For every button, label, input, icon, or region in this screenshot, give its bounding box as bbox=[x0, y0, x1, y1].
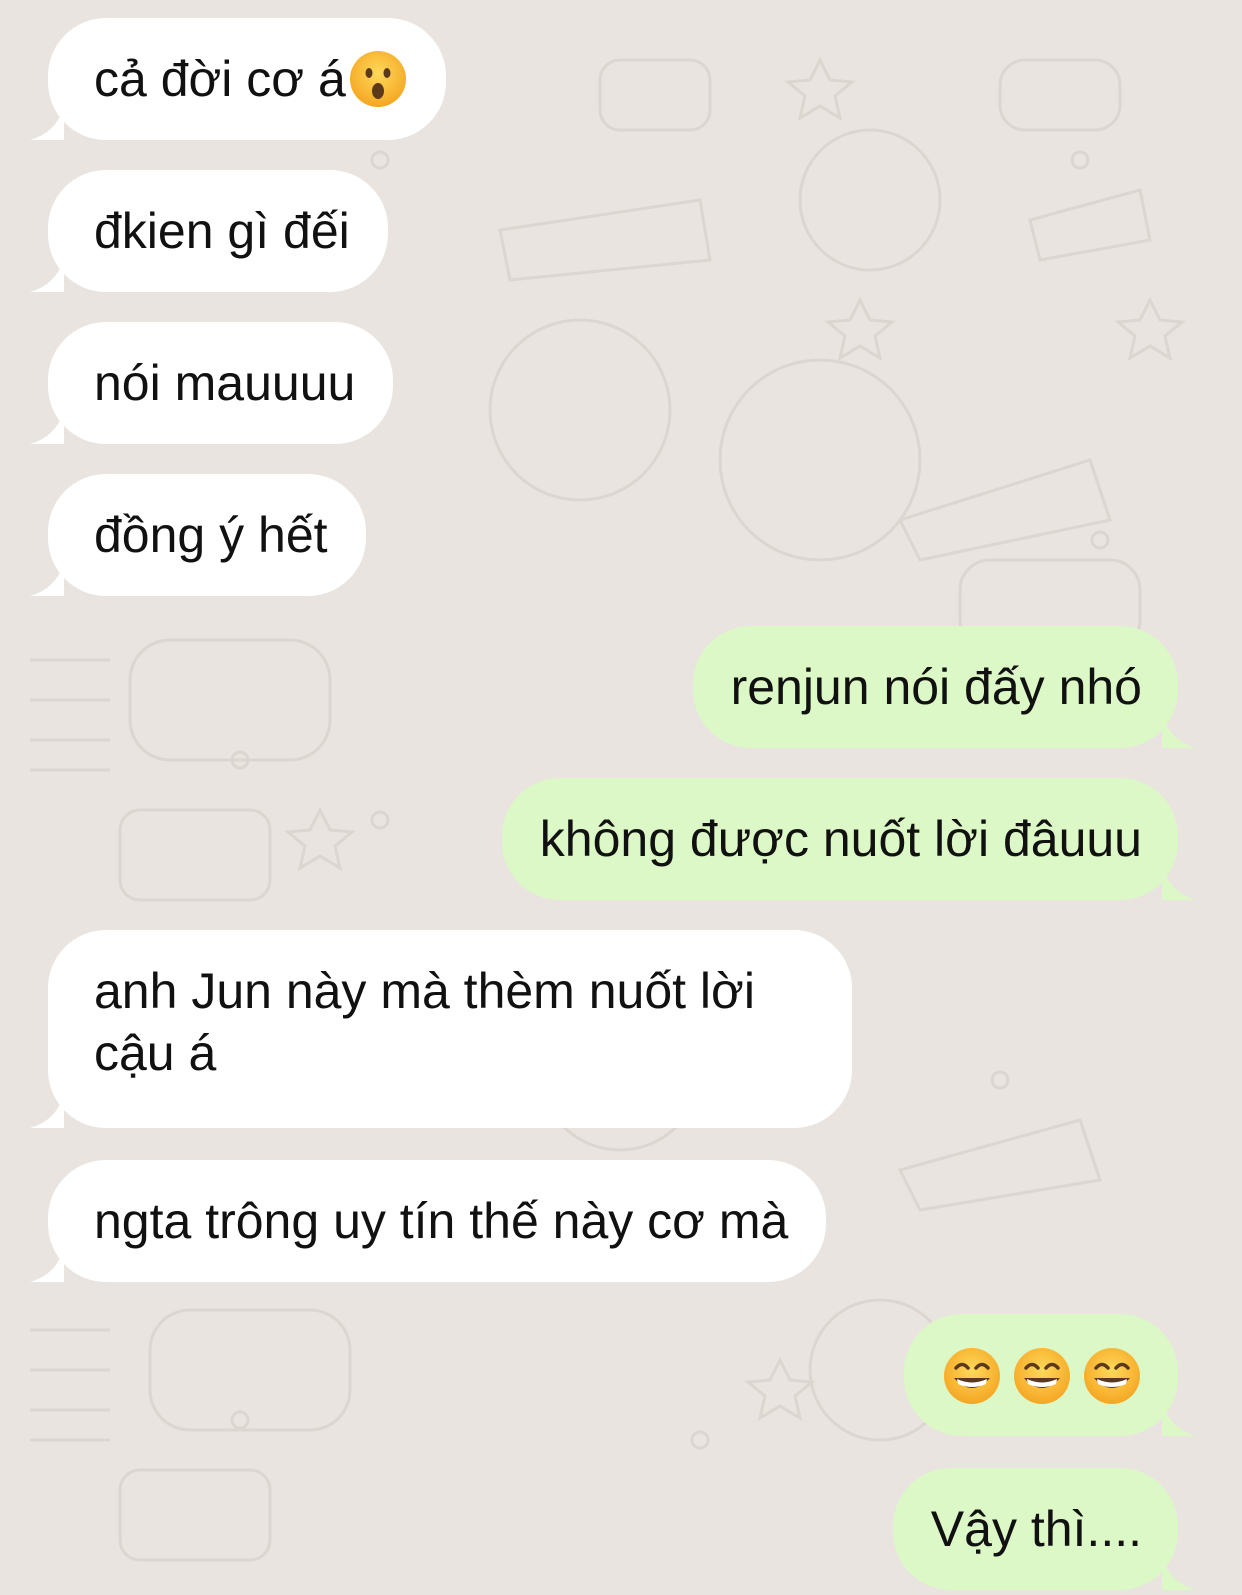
bubble-tail bbox=[30, 104, 64, 140]
bubble-tail bbox=[1162, 1554, 1196, 1590]
bubble-tail bbox=[30, 1246, 64, 1282]
grinning-face-with-smiling-eyes-emoji bbox=[1014, 1347, 1070, 1404]
message-text: anh Jun này mà thèm nuốt lời cậu á bbox=[94, 963, 755, 1081]
outgoing-message[interactable] bbox=[904, 1314, 1196, 1436]
message-text: đồng ý hết bbox=[94, 507, 328, 563]
bubble-tail bbox=[30, 560, 64, 596]
message-text: Vậy thì.... bbox=[930, 1501, 1142, 1557]
outgoing-message[interactable]: renjun nói đấy nhó bbox=[692, 626, 1196, 748]
message-text: không được nuốt lời đâuuu bbox=[539, 811, 1142, 867]
message-text: đkien gì đếi bbox=[94, 203, 350, 259]
message-text: nói mauuuu bbox=[94, 355, 356, 411]
incoming-message[interactable]: cả đời cơ á bbox=[30, 18, 446, 140]
bubble-tail bbox=[30, 256, 64, 292]
incoming-message[interactable]: ngta trông uy tín thế này cơ mà bbox=[30, 1160, 827, 1282]
chat-thread: cả đời cơ á đkien gì đếi nói mauuuu đồng… bbox=[0, 0, 1242, 1595]
incoming-message[interactable]: đồng ý hết bbox=[30, 474, 366, 596]
message-text: ngta trông uy tín thế này cơ mà bbox=[94, 1193, 789, 1249]
message-text: renjun nói đấy nhó bbox=[730, 659, 1142, 715]
incoming-message[interactable]: nói mauuuu bbox=[30, 322, 394, 444]
bubble-tail bbox=[1162, 712, 1196, 748]
face-with-open-mouth-emoji bbox=[349, 50, 406, 107]
bubble-tail bbox=[30, 1092, 64, 1128]
outgoing-message[interactable]: Vậy thì.... bbox=[892, 1468, 1196, 1590]
incoming-message[interactable]: đkien gì đếi bbox=[30, 170, 388, 292]
outgoing-message[interactable]: không được nuốt lời đâuuu bbox=[501, 778, 1196, 900]
incoming-message[interactable]: anh Jun này mà thèm nuốt lời cậu á bbox=[30, 930, 852, 1128]
grinning-face-with-smiling-eyes-emoji bbox=[944, 1347, 1000, 1404]
bubble-tail bbox=[30, 408, 64, 444]
bubble-tail bbox=[1162, 864, 1196, 900]
bubble-tail bbox=[1162, 1400, 1196, 1436]
message-text: cả đời cơ á bbox=[94, 51, 346, 107]
grinning-face-with-smiling-eyes-emoji bbox=[1084, 1347, 1140, 1404]
